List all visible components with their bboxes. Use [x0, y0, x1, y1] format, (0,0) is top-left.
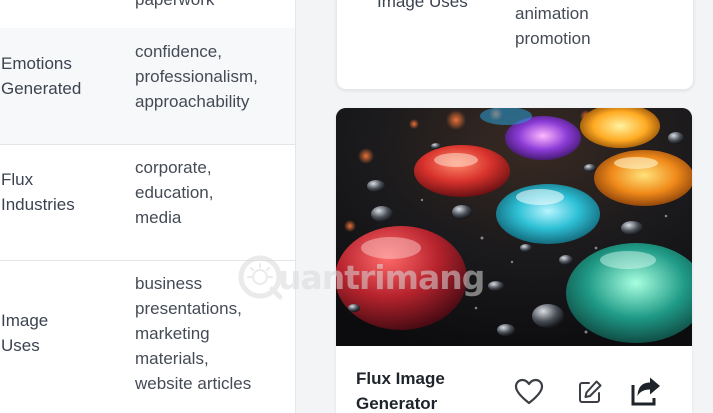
table-row: Emotions Generated confidence, professio…: [0, 28, 295, 145]
share-button[interactable]: [628, 374, 664, 410]
colorful-droplets-photo[interactable]: [336, 108, 692, 346]
share-icon: [631, 377, 660, 406]
table-row-value: corporate, education, media: [135, 158, 214, 227]
page: paperwork Emotions Generated confidence,…: [0, 0, 713, 413]
edit-button[interactable]: [572, 374, 608, 410]
spec-table: paperwork Emotions Generated confidence,…: [0, 0, 296, 413]
table-row-value: business presentations, marketing materi…: [135, 274, 252, 393]
heart-icon: [514, 378, 544, 405]
table-row: Image Uses business presentations, marke…: [0, 260, 295, 413]
favorite-button[interactable]: [511, 374, 547, 410]
related-card[interactable]: Image Uses animation promotion: [336, 0, 694, 90]
table-row-value: confidence, professionalism, approachabi…: [135, 42, 258, 111]
table-row-key: Image Uses: [1, 311, 49, 355]
table-row-key: Flux Industries: [1, 170, 75, 214]
table-row-key: Emotions Generated: [1, 54, 82, 98]
table-row: Flux Industries corporate, education, me…: [0, 144, 295, 261]
image-card[interactable]: Flux Image Generator: [336, 108, 692, 413]
table-row: paperwork: [0, 0, 295, 29]
related-card-value: animation promotion: [515, 4, 591, 48]
table-row-value: paperwork: [135, 0, 285, 12]
edit-icon: [579, 380, 602, 403]
related-card-key: Image Uses: [377, 0, 468, 11]
image-card-title[interactable]: Flux Image Generator: [356, 366, 486, 413]
